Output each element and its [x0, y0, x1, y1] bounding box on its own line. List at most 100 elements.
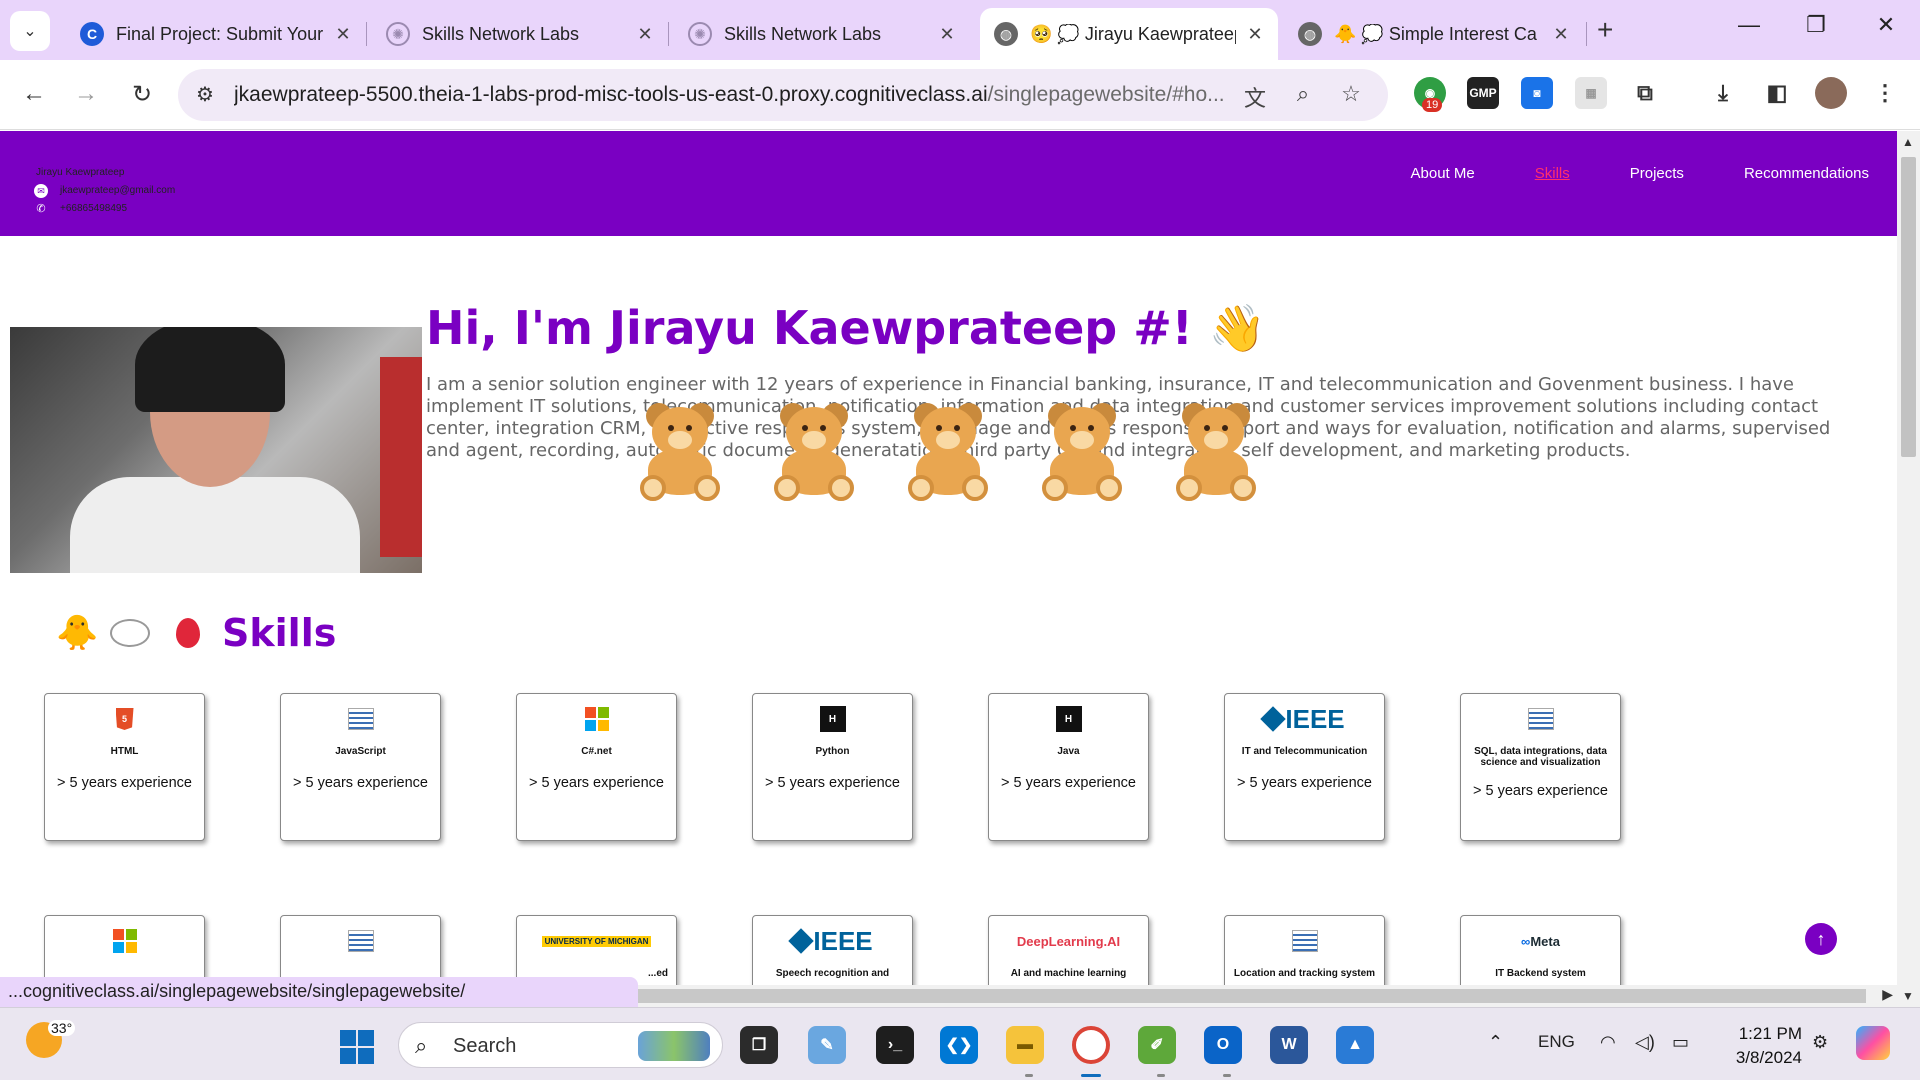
site-header: Jirayu Kaewprateep ✉ jkaewprateep@gmail.c… [0, 131, 1897, 236]
skill-name: Java [1057, 746, 1080, 757]
notification-bell-icon[interactable]: ⚙ [1812, 1032, 1828, 1053]
page-viewport: Jirayu Kaewprateep ✉ jkaewprateep@gmail.c… [0, 131, 1897, 985]
scroll-down-icon[interactable]: ▼ [1902, 989, 1914, 1003]
back-button[interactable]: ← [16, 80, 52, 108]
chrome-app-icon[interactable] [1072, 1026, 1110, 1064]
scroll-to-top-button[interactable]: ↑ [1805, 923, 1837, 955]
meta-infinity-icon: ∞ [1521, 933, 1531, 949]
restore-button[interactable]: ❐ [1796, 12, 1836, 38]
skill-name: Location and tracking system [1233, 968, 1376, 979]
address-bar[interactable]: ⚙ jkaewprateep-5500.theia-1-labs-prod-mi… [178, 69, 1388, 121]
close-icon[interactable]: ✕ [936, 24, 958, 45]
scroll-up-icon[interactable]: ▲ [1902, 135, 1914, 149]
side-panel-icon[interactable]: ◧ [1761, 77, 1793, 109]
close-icon[interactable]: ✕ [1550, 24, 1572, 45]
taskbar-search[interactable]: ⌕ Search [398, 1022, 723, 1068]
skill-card-csharp[interactable]: C#.net > 5 years experience [516, 693, 677, 841]
word-app-icon[interactable]: W [1270, 1026, 1308, 1064]
gmp-extension-icon[interactable]: GMP [1467, 77, 1499, 109]
camera-extension-icon[interactable]: ◙ [1521, 77, 1553, 109]
scroll-right-icon[interactable]: ▶ [1882, 986, 1893, 1003]
skill-card-row2-6[interactable]: Location and tracking system [1224, 915, 1385, 985]
forward-button[interactable]: → [68, 80, 104, 108]
close-icon[interactable]: ✕ [1244, 24, 1266, 45]
terminal-app-icon[interactable]: ›_ [876, 1026, 914, 1064]
taskbar: 33° ⌕ Search ❐ ✎ ›_ ❮❯ ▬ ✐ O W ▲ ⌃ ENG ◠… [0, 1007, 1920, 1080]
task-view-icon[interactable]: ❐ [740, 1026, 778, 1064]
close-icon[interactable]: ✕ [634, 24, 656, 45]
chevron-up-icon[interactable]: ⌃ [1488, 1032, 1503, 1053]
skill-card-javascript[interactable]: JavaScript > 5 years experience [280, 693, 441, 841]
skill-card-row2-2[interactable] [280, 915, 441, 985]
outlook-new-app-icon[interactable]: O [1204, 1026, 1242, 1064]
profile-avatar[interactable] [1815, 77, 1847, 109]
chick-emoji-icon: 🐥 [56, 614, 99, 652]
vscode-app-icon[interactable]: ❮❯ [940, 1026, 978, 1064]
url-text[interactable]: jkaewprateep-5500.theia-1-labs-prod-misc… [234, 83, 1234, 107]
owner-name: Jirayu Kaewprateep [36, 167, 125, 178]
skill-card-row2-7[interactable]: ∞Meta IT Backend system [1460, 915, 1621, 985]
tab-final-project[interactable]: C Final Project: Submit Your ✕ [66, 8, 366, 60]
skill-card-row2-4[interactable]: IEEE Speech recognition and [752, 915, 913, 985]
translate-icon[interactable]: 文 [1240, 81, 1270, 113]
extension-badge: 19 [1422, 98, 1443, 112]
close-window-button[interactable]: ✕ [1866, 12, 1906, 38]
skill-name: IT and Telecommunication [1241, 746, 1368, 757]
weather-widget[interactable]: 33° [26, 1020, 76, 1058]
reload-button[interactable]: ↻ [124, 80, 160, 109]
profile-photo [10, 327, 422, 573]
more-menu-icon[interactable]: ⋮ [1869, 77, 1901, 109]
nav-about-me[interactable]: About Me [1411, 165, 1475, 182]
file-explorer-icon[interactable]: ▬ [1006, 1026, 1044, 1064]
skill-card-row2-5[interactable]: DeepLearning.AI AI and machine learning [988, 915, 1149, 985]
skill-card-python[interactable]: H Python > 5 years experience [752, 693, 913, 841]
microsoft-logo-icon [112, 929, 137, 953]
volume-icon[interactable]: ◁) [1635, 1032, 1655, 1053]
skill-card-java[interactable]: H Java > 5 years experience [988, 693, 1149, 841]
deeplearning-ai-logo-icon: DeepLearning.AI [1016, 933, 1121, 949]
ieee-logo-icon: IEEE [788, 926, 873, 957]
skill-name: SQL, data integrations, data science and… [1474, 746, 1607, 768]
nav-skills[interactable]: Skills [1535, 165, 1570, 182]
ibm-badge-icon [1291, 930, 1318, 952]
paint-app-icon[interactable]: ✎ [808, 1026, 846, 1064]
tab-title: Final Project: Submit Your [116, 23, 324, 44]
hackerrank-logo-icon: H [1055, 706, 1082, 732]
skill-card-row2-3[interactable]: UNIVERSITY OF MICHIGAN ...ed [516, 915, 677, 985]
skill-card-row2-1[interactable] [44, 915, 205, 985]
battery-icon[interactable]: ▭ [1672, 1032, 1689, 1053]
skill-card-html[interactable]: 5 HTML > 5 years experience [44, 693, 205, 841]
vertical-scrollbar[interactable]: ▲ ▼ [1897, 131, 1920, 1007]
tab-skills-network-2[interactable]: ✺ Skills Network Labs ✕ [674, 8, 970, 60]
download-icon[interactable]: ⤓ [1707, 77, 1739, 109]
copilot-icon[interactable] [1856, 1026, 1890, 1060]
notepad-app-icon[interactable]: ✐ [1138, 1026, 1176, 1064]
tab-simple-interest[interactable]: ◍ 🐥 💭 Simple Interest Ca ✕ [1284, 8, 1584, 60]
taskbar-clock[interactable]: 1:21 PM 3/8/2024 [1722, 1022, 1802, 1070]
email-link[interactable]: jkaewprateep@gmail.com [60, 182, 175, 200]
tab-strip: ⌄ C Final Project: Submit Your ✕ ✺ Skill… [0, 0, 1920, 60]
minimize-button[interactable]: — [1729, 12, 1769, 38]
skill-experience: > 5 years experience [528, 775, 664, 791]
close-icon[interactable]: ✕ [332, 24, 354, 45]
tab-search-button[interactable]: ⌄ [10, 11, 50, 51]
zoom-icon[interactable]: ⌕ [1288, 81, 1318, 107]
skill-card-sql-data[interactable]: SQL, data integrations, data science and… [1460, 693, 1621, 841]
skill-card-it-telecom[interactable]: IEEE IT and Telecommunication > 5 years … [1224, 693, 1385, 841]
horizontal-scrollbar[interactable]: ▶ [638, 985, 1897, 1007]
wifi-icon[interactable]: ◠ [1600, 1032, 1616, 1053]
tab-skills-network-1[interactable]: ✺ Skills Network Labs ✕ [372, 8, 668, 60]
extension-icon[interactable]: ▦ [1575, 77, 1607, 109]
nav-projects[interactable]: Projects [1630, 165, 1684, 182]
temperature: 33° [48, 1020, 76, 1036]
site-settings-icon[interactable]: ⚙ [196, 82, 214, 107]
bookmark-star-icon[interactable]: ☆ [1336, 81, 1366, 107]
photos-app-icon[interactable]: ▲ [1336, 1026, 1374, 1064]
start-button[interactable] [340, 1030, 374, 1064]
extensions-puzzle-icon[interactable]: ⧉ [1629, 77, 1661, 109]
nav-recommendations[interactable]: Recommendations [1744, 165, 1869, 182]
html5-logo-icon: 5 [115, 708, 134, 730]
tab-jirayu-portfolio[interactable]: ◍ 🥺 💭 Jirayu Kaewprateep ✕ [980, 8, 1278, 60]
new-tab-button[interactable]: + [1597, 14, 1613, 46]
language-indicator[interactable]: ENG [1538, 1032, 1575, 1052]
